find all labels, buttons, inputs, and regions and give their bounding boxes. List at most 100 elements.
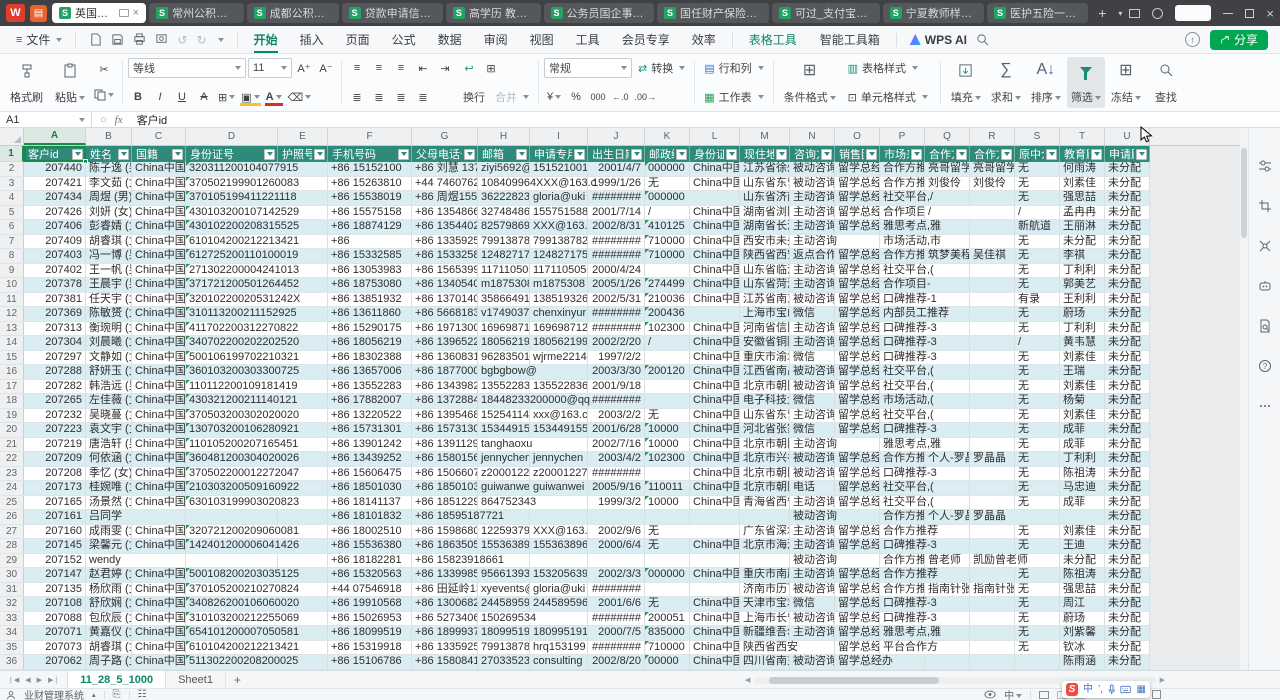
cell[interactable]: 1999/1/26: [588, 177, 645, 191]
cell[interactable]: 138519326: [530, 293, 588, 307]
header-cell[interactable]: 手机号码: [328, 146, 412, 162]
cell[interactable]: 留学总经办: [835, 206, 880, 220]
cell[interactable]: +86 18874129: [328, 220, 412, 234]
cell[interactable]: 152541145: [478, 409, 530, 423]
cell[interactable]: 142401200006041426: [186, 539, 278, 553]
cell[interactable]: 244589596: [478, 597, 530, 611]
cell[interactable]: 207161: [24, 510, 86, 524]
cell[interactable]: 合作方推荐: [880, 568, 925, 582]
cell[interactable]: guiwanwei: [530, 481, 588, 495]
cell[interactable]: 207062: [24, 655, 86, 669]
cell[interactable]: 留学总经办: [835, 278, 880, 292]
cell[interactable]: +86 13954682511: [412, 409, 478, 423]
cell[interactable]: 340826200106060020: [186, 597, 278, 611]
share-button[interactable]: 分享: [1210, 30, 1268, 50]
cell[interactable]: 胡睿琪 (女: [86, 641, 132, 655]
column-header-C[interactable]: C: [132, 128, 186, 145]
cell[interactable]: 10000: [645, 496, 690, 510]
cell[interactable]: +86 15152100: [328, 162, 412, 176]
new-tab-button[interactable]: +: [1093, 5, 1111, 21]
cell[interactable]: 500106199702210321: [186, 351, 278, 365]
cell[interactable]: +86 15536380: [328, 539, 412, 553]
cell[interactable]: 207421: [24, 177, 86, 191]
cell[interactable]: 320721200209060081: [186, 525, 278, 539]
cell[interactable]: [645, 583, 690, 597]
row-header-21[interactable]: 21: [0, 438, 24, 452]
file-tab[interactable]: S英国留学生×: [52, 3, 146, 23]
doc-search-icon[interactable]: [1257, 318, 1273, 334]
align-center-button[interactable]: ≣: [369, 87, 389, 107]
header-cell[interactable]: 合作方公司: [925, 146, 970, 162]
globe-icon[interactable]: [1152, 8, 1163, 19]
cell[interactable]: +86 15290175: [328, 322, 412, 336]
cell[interactable]: 未分配: [1105, 510, 1150, 524]
cell[interactable]: 雅思考点,雅: [880, 220, 925, 234]
header-cell[interactable]: 护照号: [278, 146, 328, 162]
sheet-tab[interactable]: Sheet1: [166, 671, 226, 688]
cell[interactable]: 合作方推荐: [880, 452, 925, 466]
filter-button[interactable]: [118, 149, 129, 160]
cell[interactable]: 社交平台,(: [880, 481, 925, 495]
cell[interactable]: 2001/6/6: [588, 597, 645, 611]
cell[interactable]: 左佳薇 (女: [86, 394, 132, 408]
cell[interactable]: z20001227: [478, 467, 530, 481]
cell[interactable]: 122593794: [478, 525, 530, 539]
cell[interactable]: 207147: [24, 568, 86, 582]
row-header-4[interactable]: 4: [0, 191, 24, 205]
cell[interactable]: 未分配: [1105, 307, 1150, 321]
cell[interactable]: 唐浩轩 (男: [86, 438, 132, 452]
column-header-F[interactable]: F: [328, 128, 412, 145]
cell[interactable]: [970, 235, 1015, 249]
file-tab[interactable]: S宁夏教师样本.xlsx: [883, 3, 984, 23]
cell[interactable]: 362228235: [478, 191, 530, 205]
cell[interactable]: 169698712: [478, 322, 530, 336]
cell[interactable]: 社交平台,(: [880, 365, 925, 379]
cell[interactable]: 陈子逸 (男: [86, 162, 132, 176]
cell[interactable]: 口碑推荐-3: [880, 351, 925, 365]
cell[interactable]: +86 13359257061: [412, 641, 478, 655]
cell[interactable]: /: [1015, 206, 1060, 220]
cell[interactable]: [970, 612, 1015, 626]
cell[interactable]: 358664913: [478, 293, 530, 307]
header-cell[interactable]: 申请顾问: [1105, 146, 1150, 162]
cell[interactable]: +86 18635050001: [412, 539, 478, 553]
cell[interactable]: 被动咨询: [790, 380, 835, 394]
cell[interactable]: 未分配: [1105, 583, 1150, 597]
cell[interactable]: +86 13728846801: [412, 394, 478, 408]
sliders-icon[interactable]: [1257, 158, 1273, 174]
clipboard-status-icon[interactable]: ⎘: [113, 689, 121, 700]
crop-icon[interactable]: [1257, 198, 1273, 214]
cell[interactable]: 未分配: [1105, 554, 1150, 568]
file-tab[interactable]: S高学历 教授.xlsx: [446, 3, 541, 23]
save-icon[interactable]: [111, 33, 124, 46]
header-cell[interactable]: 身份证号: [186, 146, 278, 162]
cell[interactable]: 未分配: [1105, 351, 1150, 365]
cell[interactable]: wendy: [86, 554, 132, 568]
cell[interactable]: 江西省南昌: [740, 365, 790, 379]
cell[interactable]: +86 15320563: [328, 568, 412, 582]
cell[interactable]: [970, 394, 1015, 408]
justify-button[interactable]: ≣: [413, 87, 433, 107]
cell[interactable]: 留学总经办: [835, 525, 880, 539]
column-header-R[interactable]: R: [970, 128, 1015, 145]
cell[interactable]: China中国: [132, 336, 186, 350]
number-format-select[interactable]: 常规: [544, 58, 632, 78]
cell[interactable]: 李文茹 (女: [86, 177, 132, 191]
cell[interactable]: [690, 583, 740, 597]
cell[interactable]: 无: [1015, 583, 1060, 597]
cell[interactable]: 被动咨询: [790, 554, 835, 568]
cell[interactable]: 10000: [645, 423, 690, 437]
fullscreen-button[interactable]: [1152, 690, 1161, 699]
cell[interactable]: 207265: [24, 394, 86, 408]
cell[interactable]: 社交平台,(: [880, 264, 925, 278]
cell[interactable]: xyevents@: [478, 583, 530, 597]
table-style-button[interactable]: ▥表格样式: [844, 58, 922, 78]
cell[interactable]: +86 田延岭13954: [412, 583, 478, 597]
cell[interactable]: +86 周煜155380: [412, 191, 478, 205]
cell[interactable]: 被动咨询: [790, 467, 835, 481]
cell[interactable]: China中国: [690, 612, 740, 626]
cell[interactable]: jennychen: [478, 452, 530, 466]
column-header-Q[interactable]: Q: [925, 128, 970, 145]
filter-button[interactable]: [1091, 149, 1102, 160]
cell[interactable]: 山东省济南: [740, 191, 790, 205]
